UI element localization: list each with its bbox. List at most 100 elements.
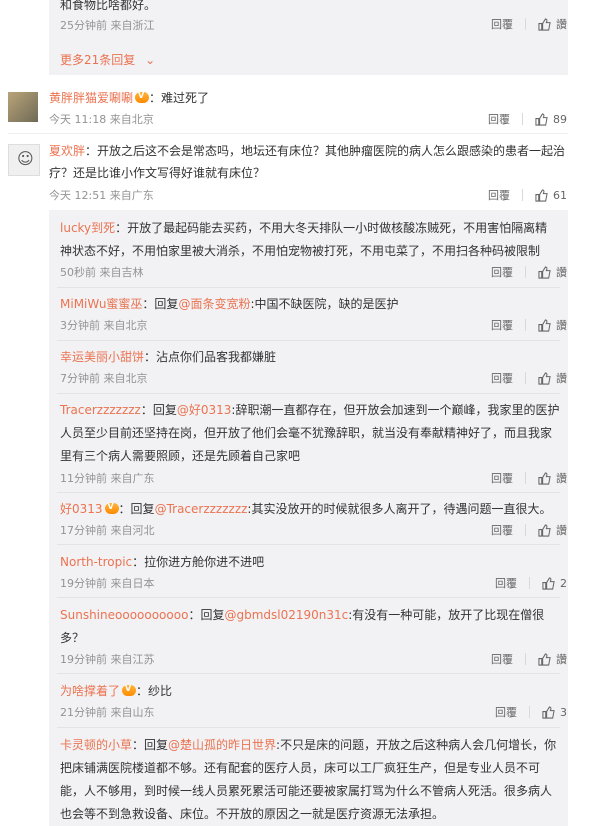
like-button[interactable]: 讚	[538, 522, 567, 538]
reply-author[interactable]: Sunshineoooooooooo	[60, 608, 188, 622]
thumbs-up-icon	[535, 112, 548, 126]
reply-meta: 19分钟前 来自江苏	[60, 651, 155, 667]
reply-author[interactable]: MiMiWu蜜蜜巫	[60, 297, 142, 311]
reply-actions: 回覆 讚	[491, 370, 567, 386]
reply-button[interactable]: 回覆	[491, 470, 513, 486]
avatar[interactable]	[8, 92, 38, 122]
more-replies-label: 更多21条回复	[60, 53, 136, 67]
reply-button[interactable]: 回覆	[491, 651, 513, 667]
reply-prefix: ：回复	[118, 502, 155, 516]
like-button[interactable]: 讚	[538, 370, 567, 386]
mention-link[interactable]: @好0313	[177, 403, 232, 417]
thumbs-up-icon	[542, 576, 555, 590]
reply-author[interactable]: 卡灵顿的小草	[60, 738, 132, 752]
divider	[522, 113, 523, 125]
like-label: 讚	[556, 266, 567, 279]
mention-link[interactable]: @面条变宽粉	[178, 297, 250, 311]
reply-text: 里有三个病人需要照顾，还是先顾着自己家吧	[60, 449, 301, 463]
divider	[525, 524, 526, 536]
comment-text-cont: 疗？还是比谁小作文写得好谁就有床位？	[49, 166, 266, 180]
reply-time: 21分钟前	[60, 706, 107, 719]
divider	[57, 597, 560, 598]
reply-author[interactable]: 好0313	[60, 502, 103, 516]
comment-time: 今天 11:18	[49, 113, 107, 126]
comment-body: 夏欢胖：开放之后这不会是常态吗，地坛还有床位？其他肿瘤医院的病人怎么跟感染的患者…	[49, 142, 565, 159]
reply-author[interactable]: North-tropic	[60, 555, 132, 569]
divider	[57, 393, 560, 394]
reply-button[interactable]: 回覆	[491, 264, 513, 280]
reply-item: North-tropic：拉你进方舱你进不进吧	[60, 553, 264, 570]
reply-item: 幸运美丽小甜饼：沾点你们品客我都嫌脏	[60, 348, 276, 365]
reply-location: 来自北京	[103, 372, 148, 385]
divider	[529, 577, 530, 589]
reply-actions: 回覆 讚	[491, 522, 567, 538]
reply-meta: 3分钟前 来自北京	[60, 317, 148, 333]
reply-author[interactable]: lucky到死	[60, 221, 115, 235]
reply-location: 来自浙江	[110, 19, 155, 32]
thumbs-up-icon	[538, 523, 551, 537]
more-replies-link[interactable]: 更多21条回复 ⌄	[60, 51, 155, 68]
reply-button[interactable]: 回覆	[491, 370, 513, 386]
reply-button[interactable]: 回覆	[495, 575, 517, 591]
reply-actions: 回覆 讚	[491, 317, 567, 333]
reply-time: 25分钟前	[60, 19, 107, 32]
reply-button[interactable]: 回覆	[491, 16, 513, 32]
reply-button[interactable]: 回覆	[488, 187, 510, 203]
reply-button[interactable]: 回覆	[491, 522, 513, 538]
reply-item: 为啥撑着了 ：纱比	[60, 682, 172, 699]
thumbs-up-icon	[538, 265, 551, 279]
comment-actions: 回覆 61	[488, 187, 567, 203]
reply-actions: 回覆 3	[495, 704, 567, 720]
mention-link[interactable]: @gbmdsl02190n31c	[224, 608, 348, 622]
vip-badge-icon	[104, 502, 119, 514]
like-button[interactable]: 3	[542, 706, 567, 719]
reply-time: 19分钟前	[60, 577, 107, 590]
reply-actions: 回覆 讚	[491, 264, 567, 280]
like-count: 3	[560, 705, 567, 719]
reply-button[interactable]: 回覆	[491, 317, 513, 333]
reply-meta: 19分钟前 来自日本	[60, 575, 155, 591]
like-button[interactable]: 89	[535, 113, 567, 126]
reply-item: Tracerzzzzzzz：回复@好0313:辞职潮一直都存在，但开放会加速到一…	[60, 401, 559, 418]
vip-badge-icon	[122, 684, 137, 696]
like-label: 讚	[556, 372, 567, 385]
reply-location: 来自吉林	[99, 266, 144, 279]
like-button[interactable]: 2	[542, 577, 567, 590]
divider	[522, 189, 523, 201]
divider	[57, 492, 560, 493]
reply-author[interactable]: 为啥撑着了	[60, 684, 120, 698]
comment-author[interactable]: 黄胖胖猫爱唰唰	[49, 91, 133, 105]
divider	[525, 472, 526, 484]
like-button[interactable]: 讚	[538, 16, 567, 32]
reply-author[interactable]: Tracerzzzzzzz	[60, 403, 141, 417]
reply-button[interactable]: 回覆	[495, 704, 517, 720]
reply-text: ：纱比	[136, 684, 173, 698]
like-button[interactable]: 讚	[538, 651, 567, 667]
mention-link[interactable]: @Tracerzzzzzzz	[155, 502, 248, 516]
reply-text: :其实没放开的时候就很多人离开了，待遇问题一直很大。	[247, 502, 552, 516]
like-button[interactable]: 讚	[538, 317, 567, 333]
divider	[57, 727, 560, 728]
reply-text: 能，人不够用，到时候一线人员累死累活可能还要被家属打骂为什么不管病人死活。很多病…	[60, 784, 553, 798]
avatar[interactable]: ☺	[8, 144, 40, 176]
like-label: 讚	[556, 524, 567, 537]
mention-link[interactable]: @楚山孤的昨日世界	[168, 738, 276, 752]
comment-actions: 回覆 89	[488, 111, 567, 127]
reply-button[interactable]: 回覆	[488, 111, 510, 127]
comment-author[interactable]: 夏欢胖	[49, 144, 85, 158]
reply-text: ：开放了最起码能去买药，不用大冬天排队一小时做核酸冻贼死，不用害怕隔离精	[115, 221, 548, 235]
like-button[interactable]: 61	[535, 189, 567, 202]
reply-item: lucky到死：开放了最起码能去买药，不用大冬天排队一小时做核酸冻贼死，不用害怕…	[60, 219, 547, 236]
like-button[interactable]: 讚	[538, 470, 567, 486]
chevron-down-icon: ⌄	[145, 53, 156, 67]
cartoon-avatar-icon: ☺	[17, 149, 34, 168]
like-button[interactable]: 讚	[538, 264, 567, 280]
reply-actions: 回覆 讚	[491, 470, 567, 486]
reply-actions: 回覆 讚	[491, 651, 567, 667]
reply-author[interactable]: 幸运美丽小甜饼	[60, 350, 144, 364]
reply-prefix: ：回复	[188, 608, 225, 622]
reply-text: :不只是床的问题，开放之后这种病人会几何增长，你	[276, 738, 557, 752]
divider	[57, 673, 560, 674]
comment-meta: 今天 12:51 来自广东	[49, 187, 154, 203]
reply-meta: 25分钟前 来自浙江	[60, 17, 155, 33]
